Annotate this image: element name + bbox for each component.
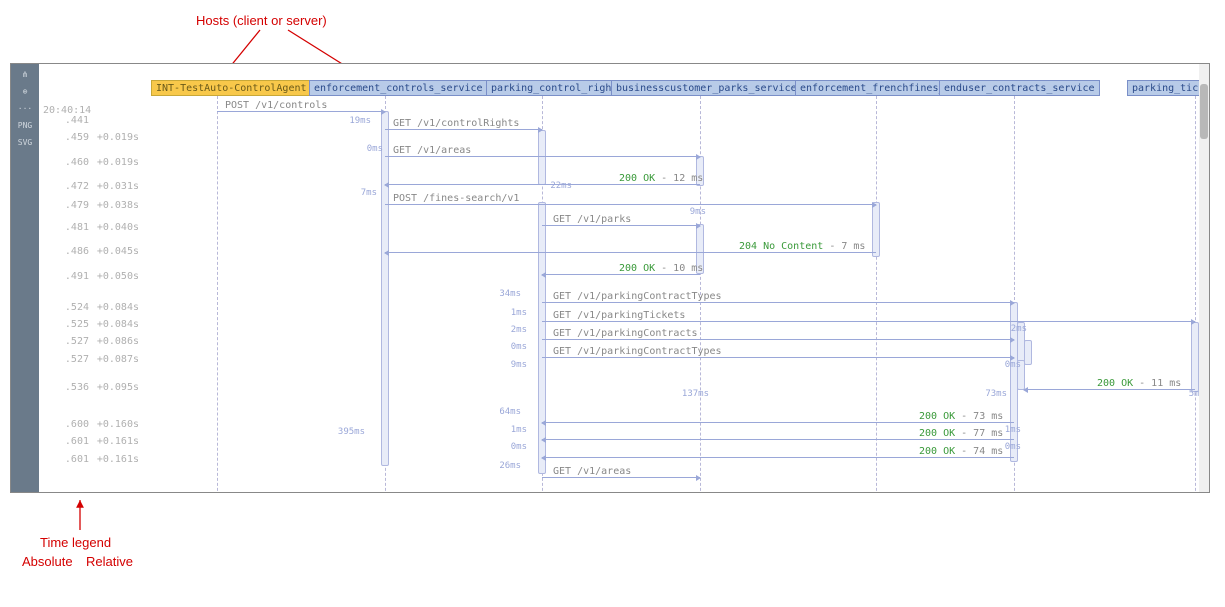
sequence-diagram: ⋔ ⊕ ··· PNG SVG INT-TestAuto-ControlAgen…: [10, 63, 1210, 493]
host-box[interactable]: INT-TestAuto-ControlAgent: [151, 80, 312, 96]
message-label: GET /v1/parkingTickets: [553, 310, 685, 321]
scrollbar[interactable]: [1199, 64, 1209, 492]
timeline-row: .459+0.019s: [43, 132, 139, 143]
gap-label: 22ms: [538, 181, 572, 191]
gap-label: 0ms: [349, 144, 383, 154]
activity-bar: [538, 202, 546, 474]
response-label: 200 OK - 11 ms: [1097, 378, 1181, 389]
timeline-row: .527+0.087s: [43, 354, 139, 365]
timeline-row: .601+0.161s: [43, 454, 139, 465]
message-label: GET /v1/parkingContracts: [553, 328, 698, 339]
request-arrow[interactable]: [385, 204, 876, 205]
request-arrow[interactable]: [542, 357, 1014, 358]
toolbar-icon[interactable]: ···: [18, 104, 32, 113]
diagram-canvas[interactable]: INT-TestAuto-ControlAgentenforcement_con…: [39, 64, 1209, 492]
message-label: POST /v1/controls: [225, 100, 327, 111]
timeline-row: .472+0.031s: [43, 181, 139, 192]
gap-label: 73ms: [973, 389, 1007, 399]
request-arrow[interactable]: [385, 129, 542, 130]
message-label: GET /v1/parkingContractTypes: [553, 346, 722, 357]
request-arrow[interactable]: [542, 321, 1195, 322]
response-label: 204 No Content - 7 ms: [739, 241, 865, 252]
toolbar-png[interactable]: PNG: [18, 121, 32, 130]
host-box[interactable]: parking_tickets_service: [1127, 80, 1209, 96]
diagram-toolbar: ⋔ ⊕ ··· PNG SVG: [11, 64, 39, 492]
gap-label: 1ms: [493, 425, 527, 435]
response-arrow[interactable]: [542, 439, 1014, 440]
activity-bar: [538, 130, 546, 185]
annot-hosts: Hosts (client or server): [196, 13, 327, 30]
response-label: 200 OK - 10 ms: [619, 263, 703, 274]
request-arrow[interactable]: [217, 111, 385, 112]
gap-label: 1ms: [987, 425, 1021, 435]
request-arrow[interactable]: [542, 225, 700, 226]
activity-bar: [872, 202, 880, 257]
activity-bar: [1191, 322, 1199, 392]
gap-label: 1ms: [493, 308, 527, 318]
message-label: GET /v1/parks: [553, 214, 631, 225]
response-arrow[interactable]: [542, 422, 1014, 423]
toolbar-icon[interactable]: ⋔: [22, 70, 29, 79]
message-label: POST /fines-search/v1: [393, 193, 519, 204]
annot-absolute: Absolute: [22, 554, 73, 571]
timeline-row: .479+0.038s: [43, 200, 139, 211]
lifeline: [876, 96, 877, 492]
host-box[interactable]: businesscustomer_parks_service: [611, 80, 802, 96]
timeline-row: .460+0.019s: [43, 157, 139, 168]
gap-label: 0ms: [987, 360, 1021, 370]
scrollbar-thumb[interactable]: [1200, 84, 1208, 139]
lifeline: [1195, 96, 1196, 492]
gap-label: 9ms: [493, 360, 527, 370]
message-label: GET /v1/parkingContractTypes: [553, 291, 722, 302]
message-label: GET /v1/controlRights: [393, 118, 519, 129]
timeline-row: .525+0.084s: [43, 319, 139, 330]
gap-label: 137ms: [675, 389, 709, 399]
toolbar-icon[interactable]: ⊕: [23, 87, 28, 96]
gap-label: 0ms: [493, 342, 527, 352]
timeline-row: .491+0.050s: [43, 271, 139, 282]
request-arrow[interactable]: [542, 302, 1014, 303]
request-arrow[interactable]: [542, 477, 700, 478]
response-label: 200 OK - 12 ms: [619, 173, 703, 184]
gap-label: 0ms: [987, 442, 1021, 452]
gap-label: 0ms: [493, 442, 527, 452]
request-arrow[interactable]: [385, 156, 700, 157]
annot-relative: Relative: [86, 554, 133, 571]
request-arrow[interactable]: [542, 339, 1014, 340]
gap-label: 7ms: [343, 188, 377, 198]
gap-label: 2ms: [493, 325, 527, 335]
activity-bar: [381, 111, 389, 466]
response-arrow[interactable]: [1024, 389, 1195, 390]
timeline-row: .481+0.040s: [43, 222, 139, 233]
gap-label: 9ms: [672, 207, 706, 217]
response-arrow[interactable]: [385, 252, 876, 253]
timeline-row: .441: [43, 115, 139, 126]
timeline-row: .486+0.045s: [43, 246, 139, 257]
gap-label: 2ms: [993, 324, 1027, 334]
timeline-row: .536+0.095s: [43, 382, 139, 393]
timeline-row: .601+0.161s: [43, 436, 139, 447]
gap-label: 19ms: [337, 116, 371, 126]
gap-label: 26ms: [487, 461, 521, 471]
host-box[interactable]: enduser_contracts_service: [939, 80, 1100, 96]
message-label: GET /v1/areas: [553, 466, 631, 477]
response-label: 200 OK - 73 ms: [919, 411, 1003, 422]
response-arrow[interactable]: [542, 274, 700, 275]
timeline-row: .524+0.084s: [43, 302, 139, 313]
timeline-row: .527+0.086s: [43, 336, 139, 347]
annot-time-legend: Time legend: [40, 535, 111, 552]
activity-bar: [1024, 340, 1032, 365]
message-label: GET /v1/areas: [393, 145, 471, 156]
gap-label: 64ms: [487, 407, 521, 417]
response-arrow[interactable]: [542, 457, 1014, 458]
timeline-row: .600+0.160s: [43, 419, 139, 430]
toolbar-svg[interactable]: SVG: [18, 138, 32, 147]
lifeline: [217, 96, 218, 492]
host-box[interactable]: enforcement_controls_service: [309, 80, 488, 96]
gap-label: 34ms: [487, 289, 521, 299]
gap-label: 395ms: [331, 427, 365, 437]
